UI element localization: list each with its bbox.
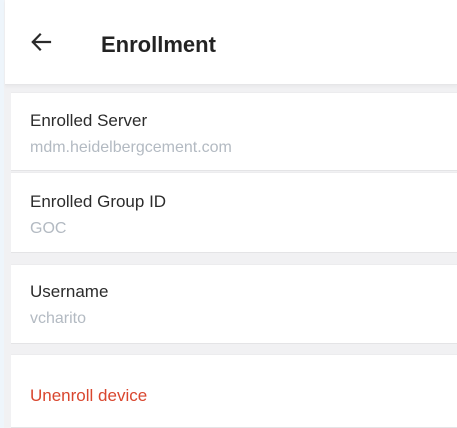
enrolled-server-label: Enrolled Server [30, 111, 148, 130]
username-label: Username [30, 282, 109, 301]
enrolled-server-value: mdm.heidelbergcement.com [30, 139, 232, 156]
back-button[interactable] [27, 28, 55, 56]
enrolled-group-value: GOC [30, 220, 67, 237]
unenroll-device-label: Unenroll device [30, 386, 148, 405]
enrolled-group-card: Enrolled Group ID GOC [11, 172, 457, 253]
unenroll-device-button[interactable]: Unenroll device [11, 354, 457, 428]
username-card: Username vcharito [11, 264, 457, 344]
enrolled-server-card: Enrolled Server mdm.heidelbergcement.com [11, 92, 457, 171]
arrow-left-icon [31, 32, 52, 52]
username-value: vcharito [30, 310, 87, 327]
page-title: Enrollment [101, 32, 216, 57]
left-edge-strip [0, 0, 4, 428]
enrolled-group-label: Enrolled Group ID [30, 192, 167, 211]
app-bar: Enrollment [5, 0, 457, 85]
